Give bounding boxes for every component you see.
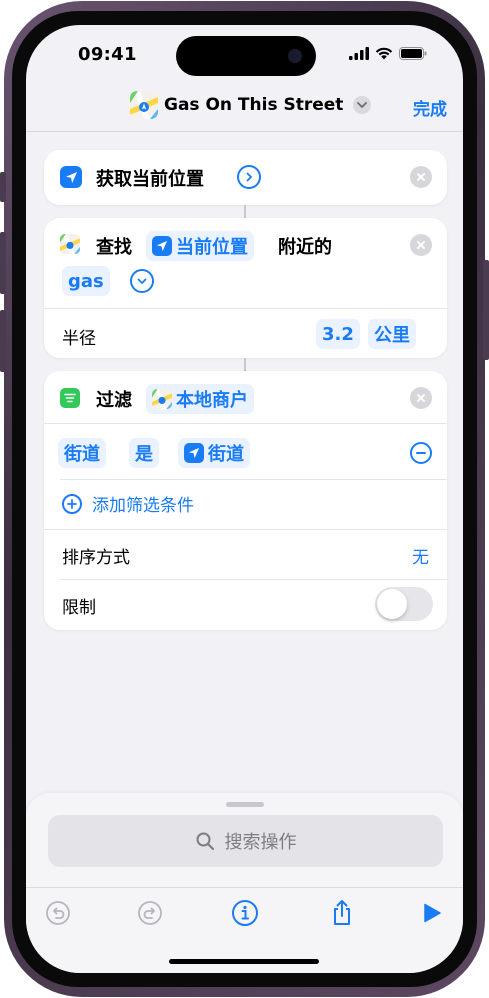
maps-app-icon [60,234,80,254]
condition-operator-token[interactable]: 是 [129,438,159,468]
action-suffix: 附近的 [278,237,332,258]
radius-unit-token[interactable]: 公里 [368,319,416,349]
redo-button[interactable] [136,899,164,927]
remove-action-icon[interactable] [410,234,432,256]
add-filter-label: 添加筛选条件 [92,496,194,516]
side-button-left-2 [0,232,6,294]
chevron-down-icon [353,96,372,114]
redo-icon [138,901,162,925]
search-placeholder: 搜索操作 [224,832,297,853]
expand-chevron-icon[interactable] [237,165,261,189]
action-card-filter[interactable]: 过滤 本地商户 街道 是 街道 添加筛选条件 排序方式 无 限制 [44,371,447,630]
undo-icon [46,901,70,925]
sort-label: 排序方式 [62,548,130,568]
row-divider [44,529,447,530]
row-divider [60,579,447,580]
location-token[interactable]: 当前位置 [146,231,254,261]
search-icon [196,832,214,851]
condition-field-token[interactable]: 街道 [58,438,106,468]
location-token-label: 当前位置 [176,237,248,258]
share-button[interactable] [328,899,356,927]
limit-label: 限制 [62,598,96,618]
add-filter-button[interactable]: 添加筛选条件 [62,491,194,516]
connector-line [244,205,246,218]
radius-value-token[interactable]: 3.2 [316,319,360,349]
remove-condition-icon[interactable] [410,442,432,464]
share-icon [334,900,350,925]
info-icon [232,900,258,926]
row-divider [60,479,447,480]
action-search-sheet: 搜索操作 [26,793,463,973]
wifi-icon [375,47,393,60]
status-icons [349,47,427,60]
source-token-label: 本地商户 [176,390,248,411]
cellular-signal-icon [349,47,369,60]
toolbar-divider [26,887,463,888]
battery-icon [399,47,427,60]
action-verb: 查找 [96,237,132,258]
maps-app-icon [152,389,172,409]
status-time: 09:41 [78,44,137,65]
side-button-left-1 [0,172,6,202]
search-input[interactable]: 搜索操作 [48,815,443,867]
location-arrow-icon [60,166,82,188]
undo-button[interactable] [44,899,72,927]
done-button[interactable]: 完成 [413,95,447,120]
toggle-knob [377,589,407,619]
play-icon [424,903,441,923]
row-divider [44,308,447,309]
action-label: 获取当前位置 [96,169,204,190]
location-arrow-icon [152,236,172,256]
info-button[interactable] [231,899,259,927]
home-indicator [169,959,319,964]
location-arrow-icon [184,443,204,463]
source-token[interactable]: 本地商户 [146,384,254,414]
sheet-grabber[interactable] [226,802,264,807]
shortcut-title: Gas On This Street [164,95,344,115]
dynamic-island [176,36,316,76]
screen: 09:41 Gas On This Street 完成 获取当前位置 查找 当前… [26,25,463,973]
action-verb: 过滤 [96,390,132,411]
sort-value[interactable]: 无 [412,543,429,568]
maps-app-icon [130,91,158,119]
camera-icon [288,49,302,63]
editor-header: Gas On This Street 完成 [26,85,463,131]
condition-value-label: 街道 [208,444,244,465]
action-card-find-nearby[interactable]: 查找 当前位置 附近的 gas 半径 3.2 公里 [44,218,447,358]
condition-value-token[interactable]: 街道 [178,438,250,468]
radius-label: 半径 [62,329,96,349]
query-token[interactable]: gas [62,266,110,296]
filter-icon [60,388,80,408]
row-divider [44,423,447,424]
side-button-right [483,260,489,360]
shortcut-title-menu[interactable]: Gas On This Street [130,91,372,119]
plus-circle-icon [62,493,82,514]
connector-line [244,358,246,371]
run-button[interactable] [418,899,446,927]
remove-action-icon[interactable] [410,387,432,409]
remove-action-icon[interactable] [410,166,432,188]
action-card-get-location[interactable]: 获取当前位置 [44,150,447,205]
limit-toggle[interactable] [375,587,433,621]
expand-chevron-icon[interactable] [130,269,154,293]
side-button-left-3 [0,310,6,372]
header-divider [26,131,463,132]
